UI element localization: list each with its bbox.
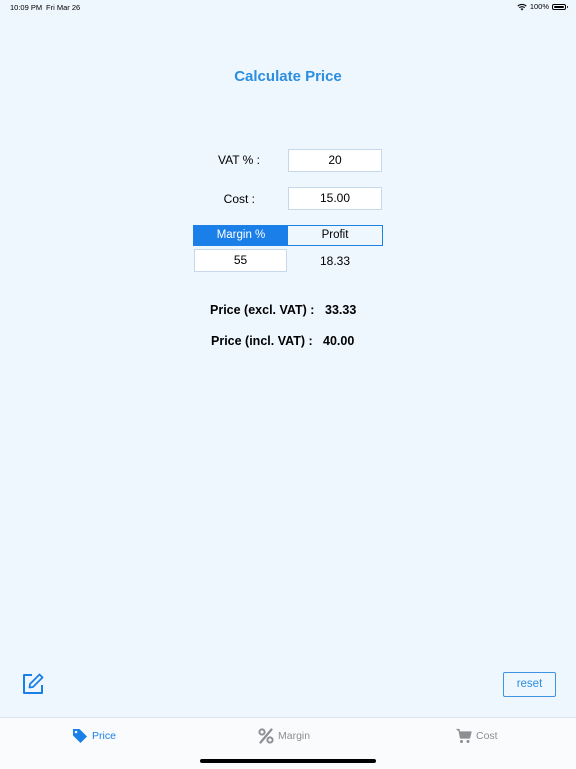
price-incl-vat-label: Price (incl. VAT) : [211, 334, 313, 348]
battery-percent: 100% [529, 2, 549, 11]
status-bar: 10:09 PM Fri Mar 26 100% [0, 0, 576, 16]
tab-cost-label: Cost [476, 730, 498, 742]
reset-button[interactable]: reset [503, 672, 556, 697]
tab-price-label: Price [92, 730, 116, 742]
battery-icon [552, 3, 568, 10]
tab-margin-label: Margin [278, 730, 311, 742]
margin-input[interactable]: 55 [194, 249, 287, 272]
profit-value: 18.33 [319, 254, 351, 268]
cart-icon [456, 728, 472, 743]
cost-label: Cost : [223, 192, 255, 206]
price-incl-vat-value: 40.00 [323, 334, 355, 348]
segment-profit[interactable]: Profit [288, 226, 382, 245]
status-date: Fri Mar 26 [46, 3, 81, 12]
status-indicators: 100% [517, 2, 568, 11]
price-excl-vat-label: Price (excl. VAT) : [210, 303, 315, 317]
tab-cost[interactable]: Cost [456, 728, 498, 744]
page-title: Calculate Price [234, 68, 342, 85]
edit-icon [23, 673, 44, 694]
margin-profit-segmented-control: Margin % Profit [193, 225, 383, 246]
tab-margin[interactable]: Margin [258, 728, 310, 744]
wifi-icon [517, 3, 527, 10]
segment-margin[interactable]: Margin % [194, 226, 288, 245]
home-indicator [200, 759, 376, 763]
edit-button[interactable] [21, 672, 45, 696]
status-time: 10:09 PM [10, 3, 43, 12]
cost-input[interactable]: 15.00 [288, 187, 382, 210]
vat-label: VAT % : [217, 153, 260, 167]
price-excl-vat-value: 33.33 [325, 303, 357, 317]
vat-input[interactable]: 20 [288, 149, 382, 172]
tag-icon [73, 729, 87, 743]
percent-icon [258, 728, 274, 744]
tab-price[interactable]: Price [72, 728, 116, 744]
